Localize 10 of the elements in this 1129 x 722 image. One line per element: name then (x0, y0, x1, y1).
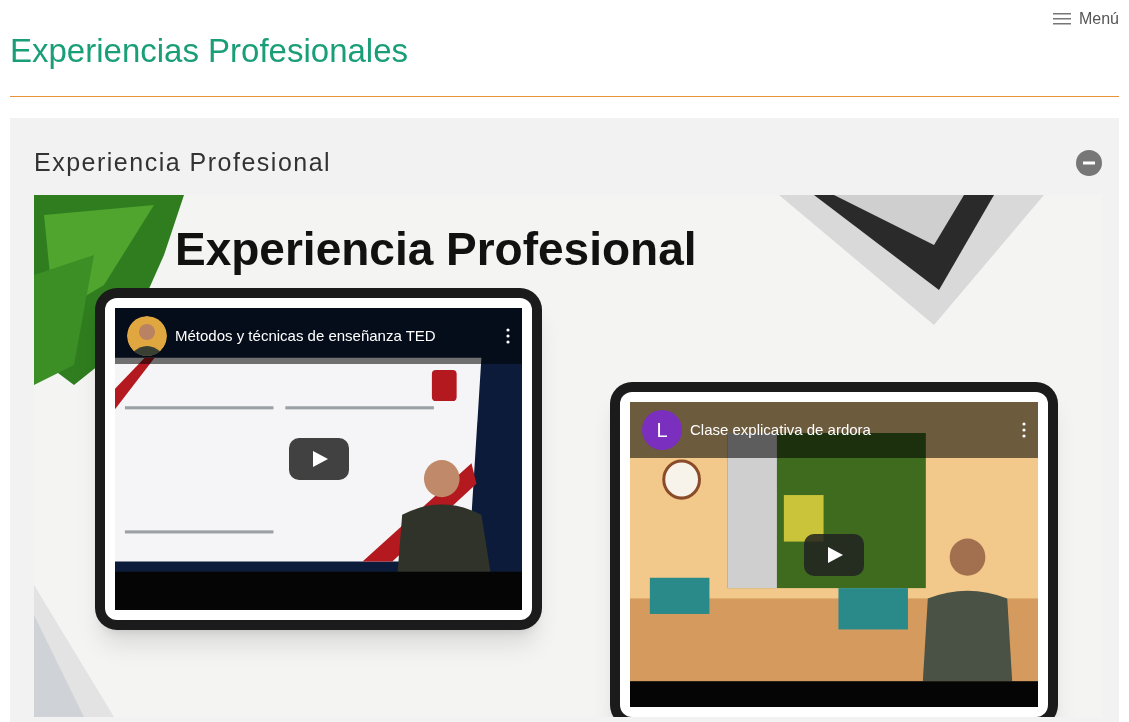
banner-title: Experiencia Profesional (175, 222, 697, 277)
page-title: Experiencias Profesionales (10, 31, 409, 71)
video-player[interactable]: L Clase explicativa de ardora (630, 402, 1038, 707)
more-options-icon[interactable] (1022, 422, 1026, 438)
menu-icon (1052, 13, 1071, 25)
collapse-icon[interactable] (1076, 149, 1102, 176)
play-button-icon[interactable] (804, 533, 864, 576)
menu-button[interactable]: Menú (1052, 8, 1119, 30)
video-title[interactable]: Clase explicativa de ardora (690, 418, 1014, 442)
accordion-header[interactable]: Experiencia Profesional (34, 143, 332, 181)
